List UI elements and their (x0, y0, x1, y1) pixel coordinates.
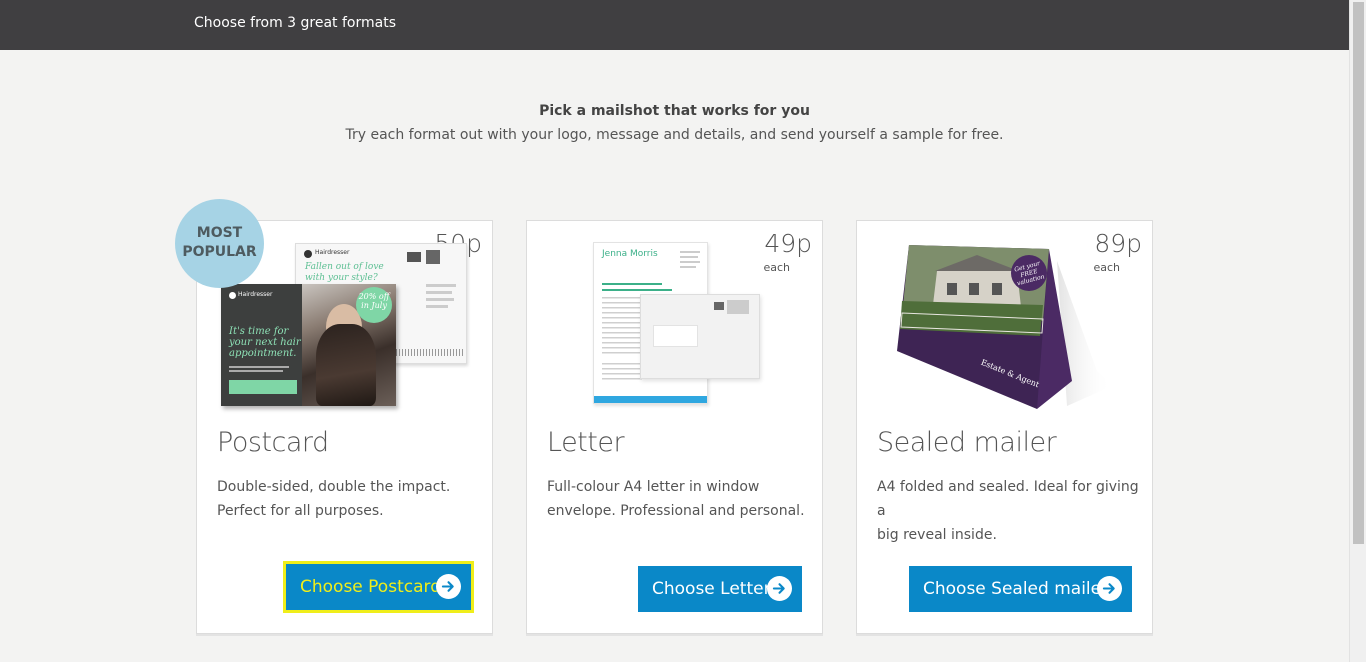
scrollbar-thumb[interactable] (1353, 2, 1364, 544)
choose-letter-label: Choose Letter (652, 579, 771, 599)
intro-subheading: Try each format out with your logo, mess… (345, 127, 1004, 143)
badge-line-2: POPULAR (182, 244, 257, 260)
sealed-mailer-title: Sealed mailer (877, 427, 1057, 458)
postcard-offer-badge: 20% off in July (356, 287, 392, 323)
letter-description-line-2: envelope. Professional and personal. (547, 503, 805, 519)
choose-sealed-mailer-label: Choose Sealed mailer (923, 579, 1109, 599)
letter-description: Full-colour A4 letter in window envelope… (547, 475, 809, 523)
letter-title: Letter (547, 427, 625, 458)
letter-price-each: each (763, 261, 790, 274)
letter-description-line-1: Full-colour A4 letter in window (547, 479, 760, 495)
postcard-front-brand: Hairdresser (238, 291, 273, 298)
sealed-mailer-card: 89p each Get your FREE valuation Estate … (856, 220, 1153, 634)
sealed-mailer-description-line-1: A4 folded and sealed. Ideal for giving a (877, 479, 1139, 519)
sealed-mailer-description-line-2: big reveal inside. (877, 527, 997, 543)
top-bar: Choose from 3 great formats (0, 0, 1349, 50)
page-title: Choose from 3 great formats (194, 15, 396, 31)
envelope-image (640, 294, 760, 379)
sealed-mailer-description: A4 folded and sealed. Ideal for giving a… (877, 475, 1139, 547)
arrow-right-circle-icon (1097, 576, 1122, 601)
choose-postcard-label: Choose Postcard (300, 577, 441, 597)
page-scrollbar[interactable] (1349, 0, 1366, 662)
letter-card: 49p each Jenna Morris Letter Full-colour… (526, 220, 823, 634)
arrow-right-circle-icon (767, 576, 792, 601)
choose-letter-button[interactable]: Choose Letter (638, 566, 802, 612)
postcard-title: Postcard (217, 427, 329, 458)
postcard-offer-text: 20% off in July (358, 292, 390, 310)
postcard-back-headline: Fallen out of love with your style? (305, 262, 384, 283)
postcard-back-brand: Hairdresser (315, 249, 350, 256)
intro-heading: Pick a mailshot that works for you (539, 103, 810, 119)
arrow-right-circle-icon (436, 574, 461, 599)
postcard-description-line-1: Double-sided, double the impact. (217, 479, 451, 495)
choose-postcard-button[interactable]: Choose Postcard (283, 561, 474, 613)
letter-sender-name: Jenna Morris (602, 249, 658, 259)
postcard-description: Double-sided, double the impact. Perfect… (217, 475, 479, 523)
postcard-front-headline: It's time for your next hair appointment… (229, 326, 301, 359)
postcard-description-line-2: Perfect for all purposes. (217, 503, 384, 519)
sealed-mailer-image: Get your FREE valuation Estate & Agent (897, 241, 1117, 411)
most-popular-badge: MOST POPULAR (175, 199, 264, 288)
choose-sealed-mailer-button[interactable]: Choose Sealed mailer (909, 566, 1132, 612)
badge-line-1: MOST (196, 225, 243, 241)
letter-price: 49p (764, 229, 812, 258)
